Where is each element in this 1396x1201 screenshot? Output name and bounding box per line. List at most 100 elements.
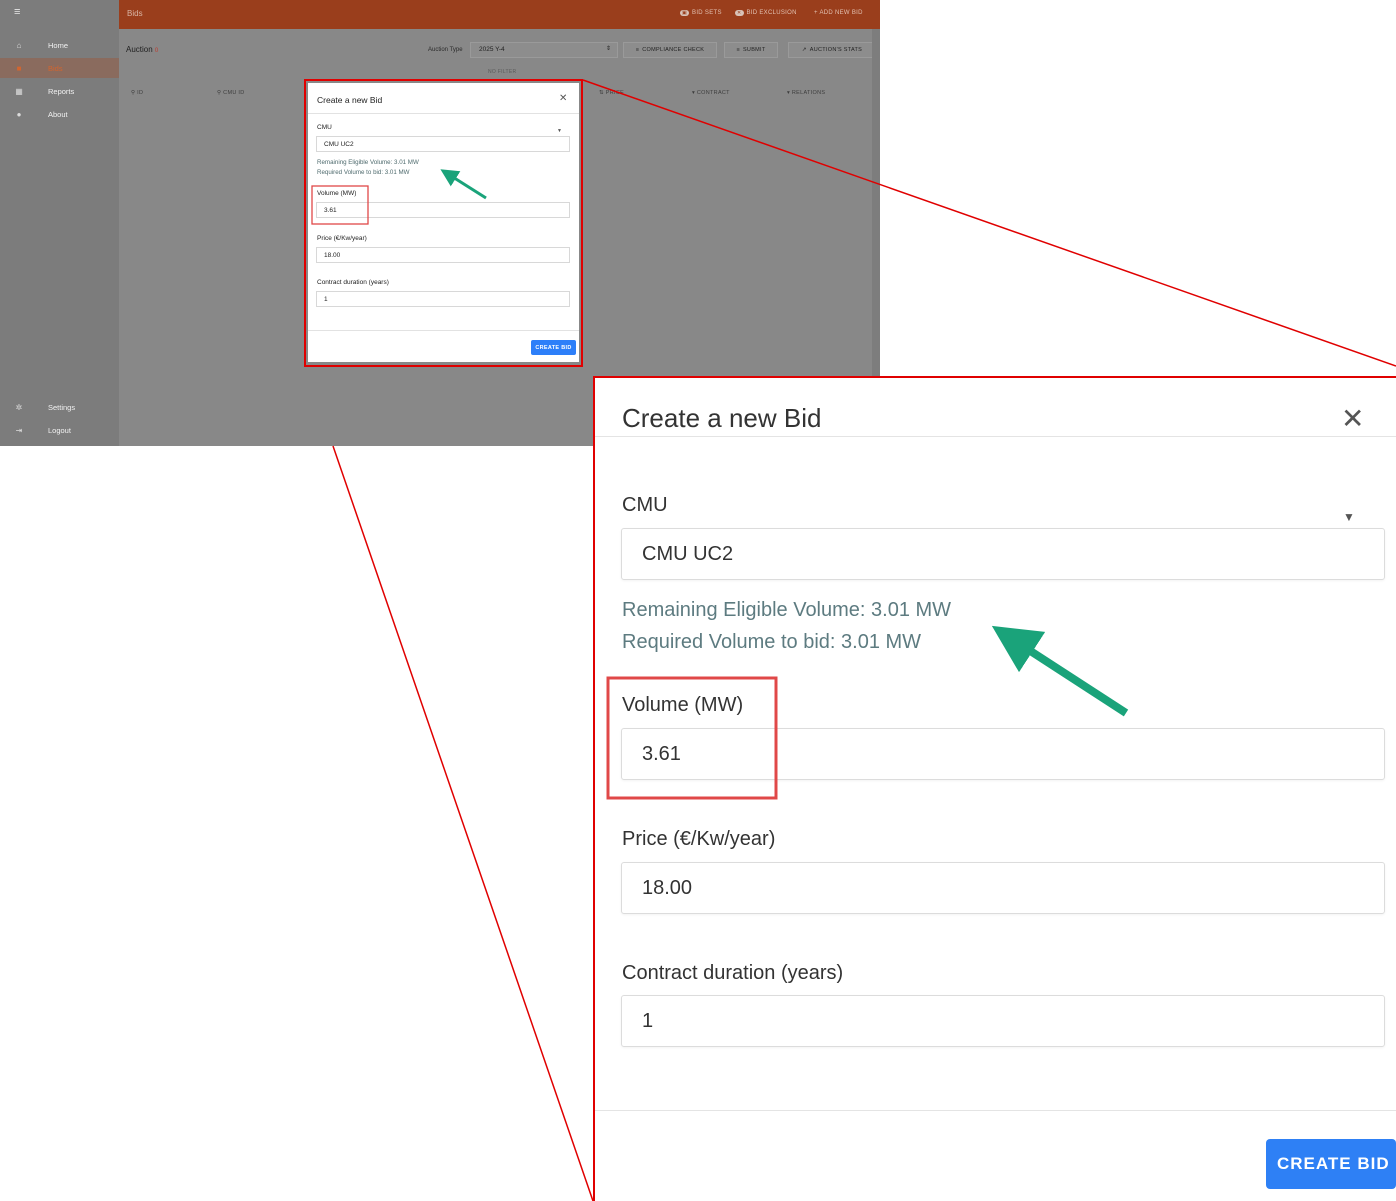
auction-stats-button[interactable]: ↗ AUCTION'S STATS — [788, 42, 876, 58]
column-label: CMU ID — [223, 90, 245, 96]
column-label: CONTRACT — [696, 90, 730, 96]
create-bid-button[interactable]: CREATE BID — [1266, 1139, 1396, 1189]
column-label: ID — [137, 90, 144, 96]
column-header-id[interactable]: ⚲ ID — [131, 90, 143, 96]
cmu-label: CMU — [317, 124, 332, 131]
filter-status: NO FILTER — [488, 69, 517, 75]
sidebar-item-settings[interactable]: ✲ Settings — [0, 397, 119, 417]
sidebar-item-reports[interactable]: ▦ Reports — [0, 81, 119, 101]
auction-label: Auction — [126, 45, 153, 54]
add-new-bid-label: + ADD NEW BID — [814, 10, 863, 16]
sidebar: ≡ ⌂ Home ■ Bids ▦ Reports ● About ✲ Sett… — [0, 0, 119, 446]
sidebar-item-about[interactable]: ● About — [0, 104, 119, 124]
cmu-select[interactable]: CMU UC2 — [621, 528, 1385, 580]
bid-exclusion-label: BID EXCLUSION — [746, 10, 797, 16]
sidebar-item-label: About — [48, 109, 68, 119]
create-bid-button[interactable]: CREATE BID — [531, 340, 576, 355]
top-bar: Bids ▣ BID SETS ✕ BID EXCLUSION + ADD NE… — [119, 0, 880, 29]
page-title: Bids — [127, 9, 143, 18]
volume-label: Volume (MW) — [317, 190, 357, 197]
sidebar-item-bids[interactable]: ■ Bids — [0, 58, 119, 78]
bid-sets-label: BID SETS — [692, 10, 722, 16]
sidebar-item-label: Logout — [48, 425, 71, 435]
column-header-cmu-id[interactable]: ⚲ CMU ID — [217, 90, 245, 96]
menu-icon[interactable]: ≡ — [14, 6, 20, 18]
sidebar-item-label: Bids — [48, 63, 63, 73]
compliance-check-label: COMPLIANCE CHECK — [642, 47, 705, 53]
cmu-select[interactable]: CMU UC2 — [316, 136, 570, 152]
duration-label: Contract duration (years) — [317, 279, 389, 286]
duration-label: Contract duration (years) — [622, 962, 844, 984]
column-header-contract[interactable]: ▾ CONTRACT — [692, 90, 730, 96]
home-icon: ⌂ — [16, 40, 22, 50]
reports-icon: ▦ — [15, 86, 23, 96]
duration-field[interactable]: 1 — [621, 995, 1385, 1047]
bid-sets-button[interactable]: ▣ BID SETS — [680, 10, 722, 16]
zoom-connector-line — [332, 445, 594, 1201]
bid-exclusion-icon: ✕ — [735, 10, 744, 16]
auction-count-badge: 0 — [154, 48, 159, 54]
remaining-volume-text: Remaining Eligible Volume: 3.01 MW — [317, 159, 419, 166]
bid-exclusion-button[interactable]: ✕ BID EXCLUSION — [735, 10, 797, 16]
checklist-icon: ≡ — [635, 47, 640, 53]
sidebar-item-label: Settings — [48, 402, 76, 412]
price-label: Price (€/Kw/year) — [622, 828, 776, 850]
cmu-label: CMU — [622, 494, 668, 516]
divider — [595, 436, 1396, 437]
list-icon: ≡ — [736, 47, 740, 53]
price-field[interactable]: 18.00 — [621, 862, 1385, 914]
divider — [595, 1110, 1396, 1111]
price-value: 18.00 — [642, 877, 693, 899]
trend-icon: ↗ — [801, 47, 807, 53]
sidebar-item-label: Reports — [48, 86, 75, 96]
chevron-down-icon[interactable]: ▼ — [1343, 510, 1355, 524]
required-volume-text: Required Volume to bid: 3.01 MW — [622, 631, 922, 653]
divider — [308, 330, 579, 331]
price-field[interactable]: 18.00 — [316, 247, 570, 263]
dialog-title: Create a new Bid — [317, 95, 383, 105]
auction-type-select[interactable]: 2025 Y-4 ⇕ — [470, 42, 618, 58]
auction-stats-label: AUCTION'S STATS — [809, 47, 863, 53]
close-icon[interactable]: ✕ — [1341, 402, 1364, 435]
column-label: RELATIONS — [791, 90, 826, 96]
bid-sets-icon: ▣ — [680, 10, 690, 16]
sidebar-item-label: Home — [48, 40, 69, 50]
auction-type-label: Auction Type — [428, 47, 463, 53]
dialog-title: Create a new Bid — [622, 403, 822, 433]
duration-value: 1 — [324, 296, 328, 303]
price-label: Price (€/Kw/year) — [317, 235, 367, 242]
sidebar-item-home[interactable]: ⌂ Home — [0, 35, 119, 55]
close-icon[interactable]: ✕ — [559, 93, 567, 104]
auction-heading: Auction 0 — [126, 45, 158, 54]
remaining-volume-text: Remaining Eligible Volume: 3.01 MW — [622, 599, 952, 621]
duration-field[interactable]: 1 — [316, 291, 570, 307]
compliance-check-button[interactable]: ≡ COMPLIANCE CHECK — [623, 42, 717, 58]
submit-label: SUBMIT — [742, 47, 766, 53]
info-icon: ● — [16, 109, 22, 119]
divider — [308, 113, 579, 114]
logout-icon: ⇥ — [15, 425, 23, 435]
gear-icon: ✲ — [15, 402, 23, 412]
volume-label: Volume (MW) — [622, 694, 744, 716]
duration-value: 1 — [642, 1010, 654, 1032]
column-label: PRICE — [605, 90, 625, 96]
cmu-value: CMU UC2 — [642, 543, 734, 565]
create-bid-dialog-zoomed: Create a new Bid ✕ CMU ▼ CMU UC2 Remaini… — [595, 378, 1396, 1201]
price-value: 18.00 — [324, 252, 341, 259]
volume-value: 3.61 — [642, 743, 681, 765]
select-caret-icon: ⇕ — [605, 46, 611, 52]
chevron-down-icon[interactable]: ▼ — [557, 128, 562, 134]
cmu-value: CMU UC2 — [324, 141, 354, 148]
bids-icon: ■ — [16, 63, 22, 73]
add-new-bid-button[interactable]: + ADD NEW BID — [814, 10, 863, 16]
submit-button[interactable]: ≡ SUBMIT — [724, 42, 778, 58]
volume-field[interactable]: 3.61 — [316, 202, 570, 218]
column-header-relations[interactable]: ▾ RELATIONS — [787, 90, 825, 96]
create-bid-dialog-small: Create a new Bid ✕ CMU ▼ CMU UC2 Remaini… — [308, 83, 579, 362]
volume-field[interactable]: 3.61 — [621, 728, 1385, 780]
column-header-price[interactable]: ⇅ PRICE — [599, 90, 624, 96]
auction-type-value: 2025 Y-4 — [479, 46, 505, 53]
volume-value: 3.61 — [324, 207, 337, 214]
sidebar-item-logout[interactable]: ⇥ Logout — [0, 420, 119, 440]
required-volume-text: Required Volume to bid: 3.01 MW — [317, 169, 410, 176]
